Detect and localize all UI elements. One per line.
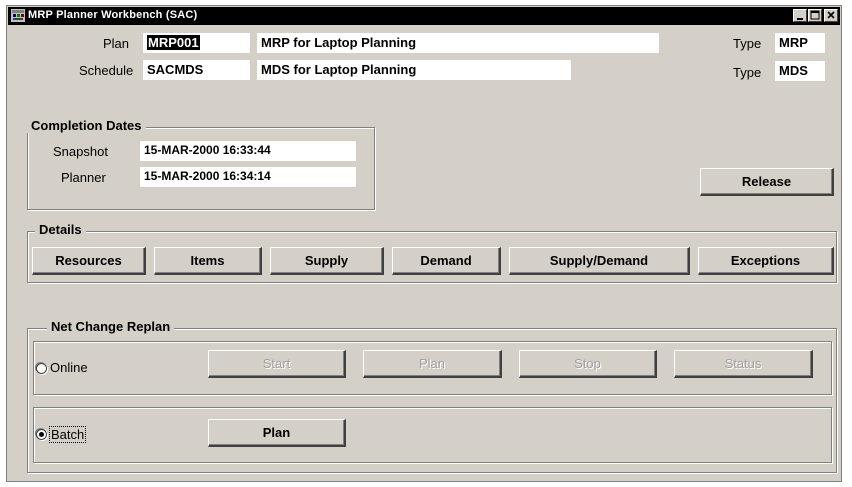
schedule-type-field[interactable]: MDS xyxy=(775,61,825,81)
schedule-name-field[interactable]: SACMDS xyxy=(143,60,250,80)
demand-button[interactable]: Demand xyxy=(392,247,501,275)
plan-name-value: MRP001 xyxy=(147,35,200,50)
planner-date-field[interactable]: 15-MAR-2000 16:34:14 xyxy=(140,167,356,187)
batch-plan-button[interactable]: Plan xyxy=(208,419,346,447)
plan-type-label: Type xyxy=(733,36,762,51)
minimize-icon[interactable] xyxy=(793,9,807,22)
plan-type-field[interactable]: MRP xyxy=(775,33,825,53)
planner-workbench-window: MRP Planner Workbench (SAC) Plan MRP001 … xyxy=(6,5,842,482)
online-plan-button[interactable]: Plan xyxy=(363,350,502,378)
release-button[interactable]: Release xyxy=(700,168,834,196)
plan-description-field[interactable]: MRP for Laptop Planning xyxy=(257,33,659,53)
radio-selected-dot xyxy=(39,432,44,437)
schedule-label: Schedule xyxy=(79,63,134,78)
net-change-replan-title: Net Change Replan xyxy=(47,319,175,334)
exceptions-button[interactable]: Exceptions xyxy=(698,247,834,275)
resources-button[interactable]: Resources xyxy=(32,247,146,275)
title-bar[interactable]: MRP Planner Workbench (SAC) xyxy=(8,7,840,25)
status-button[interactable]: Status xyxy=(674,350,813,378)
snapshot-label: Snapshot xyxy=(53,144,108,159)
supply-button[interactable]: Supply xyxy=(270,247,384,275)
items-button[interactable]: Items xyxy=(154,247,262,275)
supply-demand-button[interactable]: Supply/Demand xyxy=(509,247,690,275)
stop-button[interactable]: Stop xyxy=(519,350,657,378)
details-title: Details xyxy=(35,222,86,237)
completion-dates-title: Completion Dates xyxy=(27,118,146,133)
start-button[interactable]: Start xyxy=(208,350,346,378)
planner-label: Planner xyxy=(61,170,106,185)
snapshot-date-field[interactable]: 15-MAR-2000 16:33:44 xyxy=(140,141,356,161)
batch-subgroup xyxy=(33,407,832,463)
app-icon xyxy=(11,9,25,22)
batch-label[interactable]: Batch xyxy=(49,426,87,443)
schedule-description-field[interactable]: MDS for Laptop Planning xyxy=(257,60,571,80)
close-icon[interactable] xyxy=(824,9,838,22)
plan-label: Plan xyxy=(103,36,130,51)
maximize-icon[interactable] xyxy=(808,9,822,22)
online-radio[interactable] xyxy=(36,363,47,374)
schedule-type-label: Type xyxy=(733,65,762,80)
plan-name-field[interactable]: MRP001 xyxy=(143,33,250,53)
online-label[interactable]: Online xyxy=(50,360,88,375)
batch-radio[interactable] xyxy=(36,429,47,440)
window-title: MRP Planner Workbench (SAC) xyxy=(28,9,198,21)
